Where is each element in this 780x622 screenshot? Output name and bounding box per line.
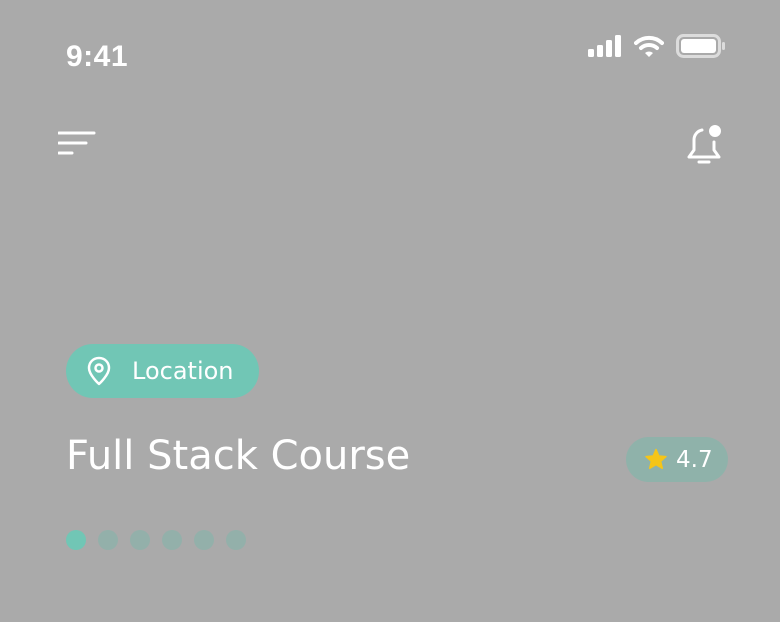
pager-dot-active[interactable] xyxy=(66,530,86,550)
location-chip[interactable]: Location xyxy=(66,344,259,398)
bell-icon xyxy=(687,125,721,164)
menu-icon xyxy=(57,131,96,155)
notification-dot xyxy=(709,125,721,137)
star-icon xyxy=(645,448,667,470)
rating-badge: 4.7 xyxy=(626,437,728,482)
status-icons xyxy=(588,34,726,58)
status-time: 9:41 xyxy=(66,40,129,73)
battery-icon xyxy=(676,34,725,58)
notifications-button[interactable] xyxy=(684,122,726,168)
pager-dot[interactable] xyxy=(162,530,182,550)
pager-dot[interactable] xyxy=(226,530,246,550)
signal-icon xyxy=(588,35,621,57)
location-pin-icon xyxy=(87,356,111,386)
rating-value: 4.7 xyxy=(676,446,713,473)
pager-dot[interactable] xyxy=(194,530,214,550)
pager-dot[interactable] xyxy=(130,530,150,550)
wifi-icon xyxy=(634,35,664,57)
course-title: Full Stack Course xyxy=(66,433,411,479)
location-label: Location xyxy=(132,357,234,385)
carousel-pager xyxy=(66,530,246,550)
pager-dot[interactable] xyxy=(98,530,118,550)
menu-button[interactable] xyxy=(57,130,96,158)
